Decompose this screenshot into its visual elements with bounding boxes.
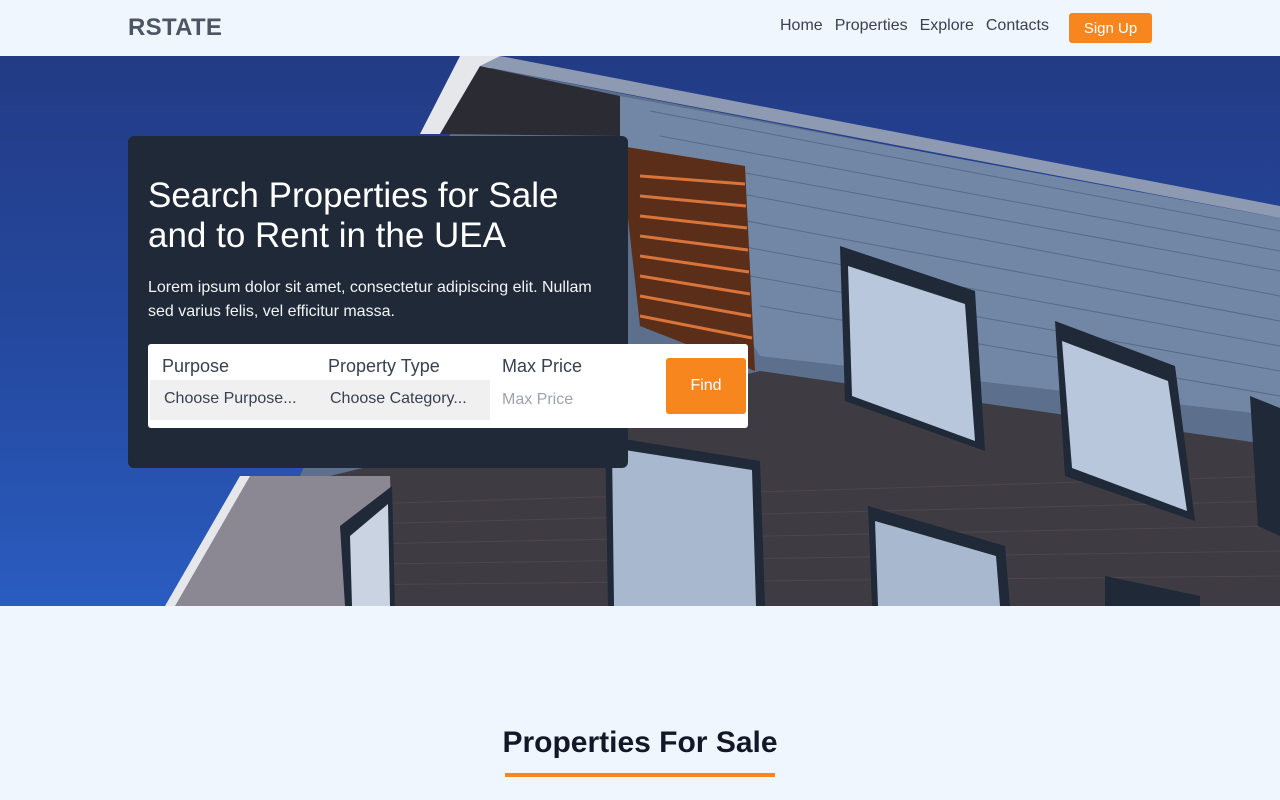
brand-logo[interactable]: RSTATE bbox=[128, 14, 222, 42]
purpose-label: Purpose bbox=[162, 356, 230, 376]
nav-link-contacts[interactable]: Contacts bbox=[986, 17, 1049, 35]
nav-links: Home Properties Explore Contacts bbox=[780, 17, 1049, 35]
nav-link-home[interactable]: Home bbox=[780, 17, 823, 35]
search-form: Purpose Choose Purpose... Property Type … bbox=[148, 344, 748, 428]
property-type-select[interactable]: Choose Category... bbox=[316, 380, 490, 420]
hero-title: Search Properties for Sale and to Rent i… bbox=[148, 176, 559, 255]
hero-section: Search Properties for Sale and to Rent i… bbox=[0, 56, 1280, 606]
hero-description: Lorem ipsum dolor sit amet, consectetur … bbox=[148, 279, 592, 320]
find-button[interactable]: Find bbox=[666, 358, 746, 414]
nav-link-properties[interactable]: Properties bbox=[835, 17, 908, 35]
max-price-input[interactable] bbox=[502, 380, 652, 420]
section-title: Properties For Sale bbox=[502, 726, 778, 759]
purpose-select[interactable]: Choose Purpose... bbox=[150, 380, 316, 420]
nav-link-explore[interactable]: Explore bbox=[920, 17, 974, 35]
property-type-label: Property Type bbox=[328, 356, 440, 376]
section-title-underline bbox=[505, 773, 775, 777]
navbar: RSTATE Home Properties Explore Contacts … bbox=[0, 0, 1280, 56]
signup-button[interactable]: Sign Up bbox=[1069, 13, 1152, 43]
max-price-label: Max Price bbox=[502, 356, 583, 376]
